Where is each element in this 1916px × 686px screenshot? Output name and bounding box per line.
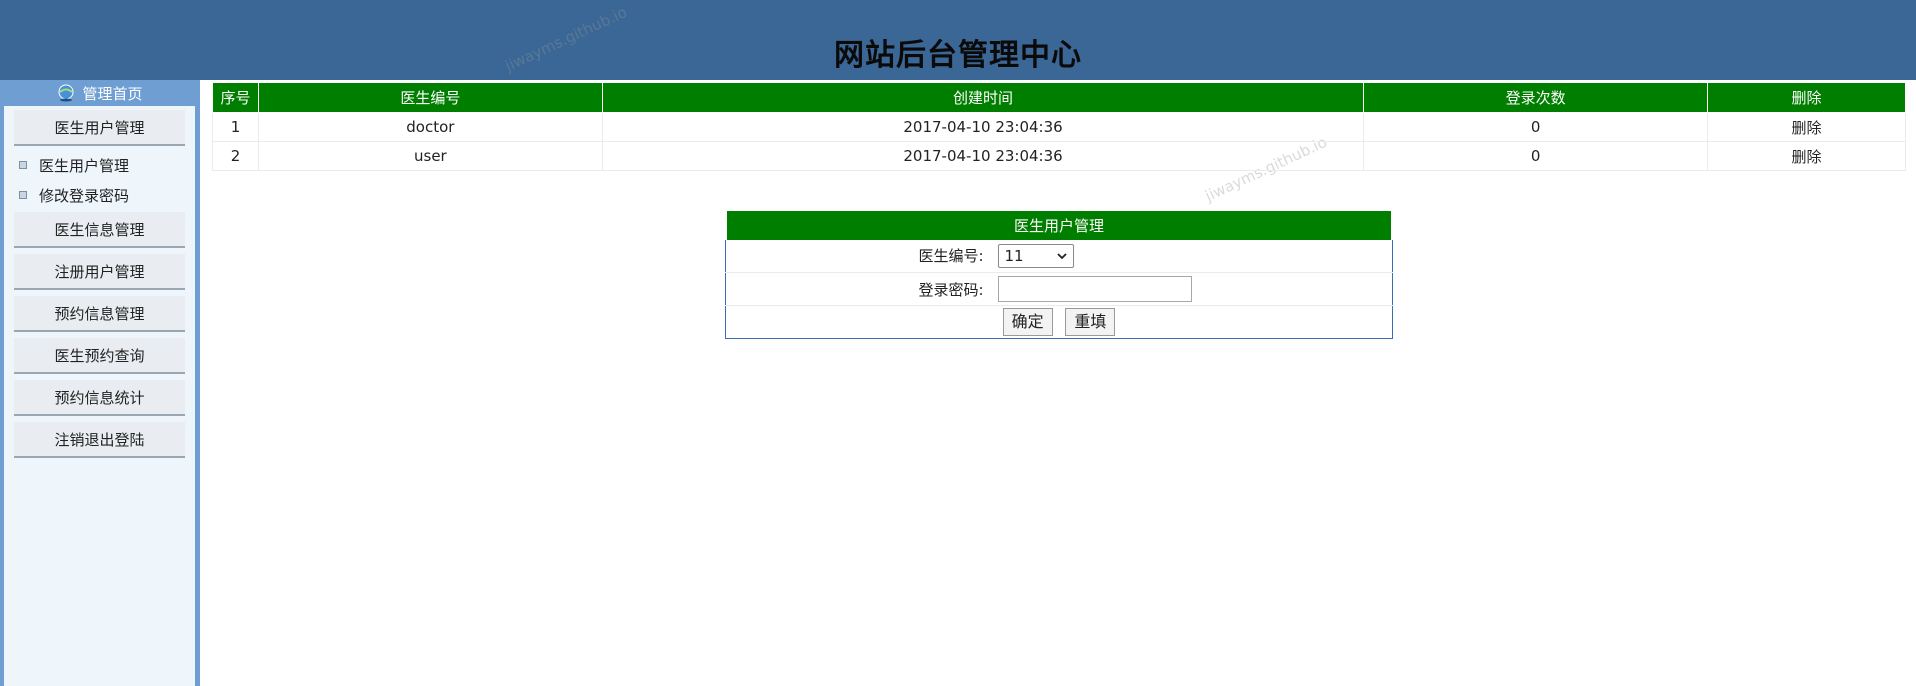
sidebar-section-appointments[interactable]: 预约信息管理 — [14, 296, 185, 332]
table-row: 1 doctor 2017-04-10 23:04:36 0 删除 — [212, 112, 1906, 142]
sidebar-item-doctor-users[interactable]: 医生用户管理 — [4, 150, 195, 180]
cell-login-count: 0 — [1363, 141, 1709, 171]
cell-index: 2 — [212, 141, 259, 171]
sidebar: 管理首页 医生用户管理 医生用户管理 修改登录密码 医生信息管理 注册用户管理 … — [0, 80, 200, 686]
sidebar-section-registered-users[interactable]: 注册用户管理 — [14, 254, 185, 290]
bullet-icon — [19, 161, 27, 169]
globe-icon — [56, 84, 76, 102]
cell-created-time: 2017-04-10 23:04:36 — [601, 141, 1365, 171]
sidebar-item-change-password[interactable]: 修改登录密码 — [4, 180, 195, 210]
cell-index: 1 — [212, 112, 259, 142]
reset-button[interactable]: 重填 — [1065, 308, 1116, 336]
cell-doctor-id: user — [257, 141, 603, 171]
sidebar-section-logout[interactable]: 注销退出登陆 — [14, 422, 185, 458]
sidebar-section-appointment-stats[interactable]: 预约信息统计 — [14, 380, 185, 416]
cell-doctor-id: doctor — [257, 112, 603, 142]
form-title: 医生用户管理 — [724, 208, 1394, 240]
sidebar-item-label: 医生用户管理 — [39, 156, 130, 175]
sidebar-home[interactable]: 管理首页 — [4, 80, 195, 106]
doctor-id-select-value: 11 — [1004, 246, 1024, 265]
password-label: 登录密码: — [725, 272, 998, 306]
password-input[interactable] — [997, 276, 1192, 302]
doctor-id-label: 医生编号: — [725, 239, 998, 273]
cell-login-count: 0 — [1363, 112, 1709, 142]
sidebar-section-doctor-users[interactable]: 医生用户管理 — [14, 110, 185, 146]
delete-link[interactable]: 删除 — [1707, 141, 1906, 171]
col-header-delete: 删除 — [1707, 82, 1906, 113]
cell-created-time: 2017-04-10 23:04:36 — [601, 112, 1365, 142]
col-header-login-count: 登录次数 — [1363, 82, 1709, 113]
chevron-down-icon — [1056, 253, 1067, 260]
page-title: 网站后台管理中心 — [834, 38, 1082, 73]
sidebar-home-label: 管理首页 — [82, 84, 143, 103]
col-header-doctor-id: 医生编号 — [257, 82, 603, 113]
doctor-id-select[interactable]: 11 — [997, 243, 1074, 268]
table-header-row: 序号 医生编号 创建时间 登录次数 删除 — [212, 82, 1906, 113]
col-header-index: 序号 — [212, 82, 259, 113]
doctor-users-table: 序号 医生编号 创建时间 登录次数 删除 1 doctor 2017-04-10… — [212, 82, 1906, 171]
sidebar-section-doctor-appointment-query[interactable]: 医生预约查询 — [14, 338, 185, 374]
confirm-button[interactable]: 确定 — [1002, 308, 1053, 336]
table-row: 2 user 2017-04-10 23:04:36 0 删除 — [212, 141, 1906, 171]
delete-link[interactable]: 删除 — [1707, 112, 1906, 142]
col-header-created-time: 创建时间 — [601, 82, 1365, 113]
sidebar-item-label: 修改登录密码 — [39, 186, 130, 205]
sidebar-section-doctor-info[interactable]: 医生信息管理 — [14, 212, 185, 248]
header-bar: 网站后台管理中心 — [0, 0, 1916, 80]
doctor-user-form: 医生用户管理 医生编号: 11 登录密码: 确定 重填 — [724, 208, 1394, 339]
bullet-icon — [19, 191, 27, 199]
